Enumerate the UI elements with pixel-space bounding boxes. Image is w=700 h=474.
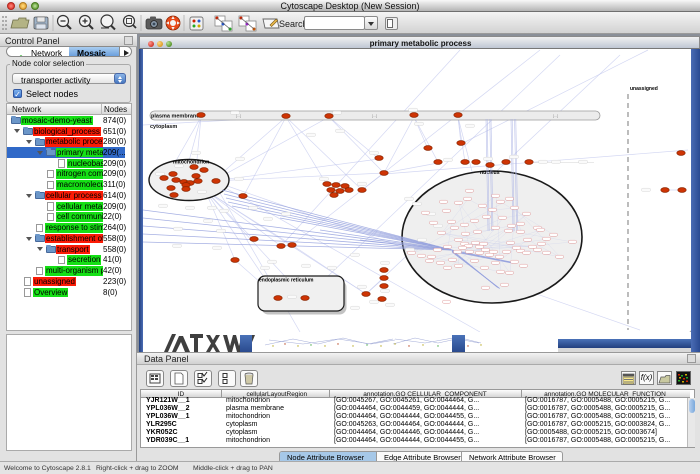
svg-text:unassigned: unassigned (630, 86, 658, 92)
svg-text:nucleus: nucleus (480, 170, 500, 176)
svg-text:cytoplasm: cytoplasm (150, 124, 177, 130)
svg-text:plasma membrane: plasma membrane (151, 114, 199, 120)
svg-text:[...]: [...] (553, 114, 558, 118)
svg-text:endoplasmic reticulum: endoplasmic reticulum (259, 278, 314, 284)
svg-text:[...]: [...] (372, 114, 377, 118)
